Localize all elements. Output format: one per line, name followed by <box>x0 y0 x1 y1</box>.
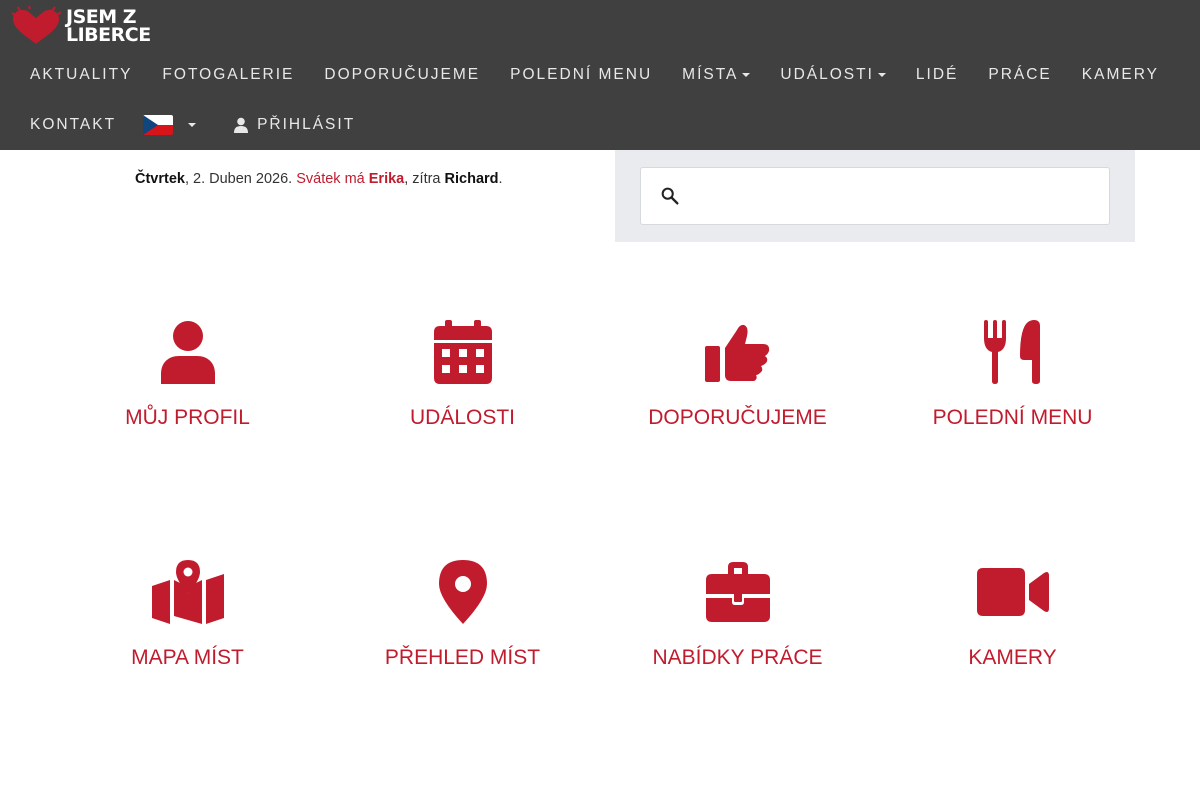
date-end: . <box>498 171 503 187</box>
nav-kamery[interactable]: KAMERY <box>1067 66 1174 84</box>
map-marked-icon <box>151 560 224 624</box>
tile-label: MAPA MÍST <box>131 646 244 669</box>
name-day-link[interactable]: Svátek má Erika <box>296 171 404 187</box>
map-marker-icon <box>438 560 487 624</box>
navbar: JSEM Z LIBERCE AKTUALITY FOTOGALERIE DOP… <box>0 0 1200 150</box>
nav-mista-label: MÍSTA <box>682 66 739 83</box>
tile-label: NABÍDKY PRÁCE <box>652 646 823 669</box>
nav-udalosti-label: UDÁLOSTI <box>780 66 874 83</box>
day-name: Čtvrtek <box>135 171 185 187</box>
login-link[interactable]: PŘIHLÁSIT <box>211 116 370 134</box>
search-icon <box>661 187 679 205</box>
language-dropdown[interactable] <box>131 115 211 135</box>
nav-udalosti-dropdown[interactable]: UDÁLOSTI <box>765 66 901 84</box>
tile-label: KAMERY <box>968 646 1057 669</box>
search-box[interactable] <box>640 167 1110 225</box>
nav-doporucujeme[interactable]: DOPORUČUJEME <box>309 66 495 84</box>
tomorrow-name: Richard <box>444 171 499 187</box>
caret-down-icon <box>877 73 886 77</box>
user-icon <box>234 117 249 133</box>
tile-job-offers[interactable]: NABÍDKY PRÁCE <box>600 560 875 670</box>
tile-events[interactable]: UDÁLOSTI <box>325 320 600 430</box>
thumbs-up-icon <box>704 324 769 382</box>
tile-places-map[interactable]: MAPA MÍST <box>50 560 325 670</box>
nav-aktuality[interactable]: AKTUALITY <box>0 66 147 84</box>
date-line: Čtvrtek, 2. Duben 2026. Svátek má Erika,… <box>135 171 503 187</box>
tile-label: PŘEHLED MÍST <box>384 646 541 669</box>
search-panel <box>615 150 1135 242</box>
nav-kontakt[interactable]: KONTAKT <box>0 116 131 134</box>
utensils-icon <box>983 320 1040 384</box>
nav-fotogalerie[interactable]: FOTOGALERIE <box>147 66 309 84</box>
tile-label: MŮJ PROFIL <box>125 406 250 429</box>
tile-recommended[interactable]: DOPORUČUJEME <box>600 320 875 430</box>
logo-line-2: LIBERCE <box>66 24 151 46</box>
nav-row-1: AKTUALITY FOTOGALERIE DOPORUČUJEME POLED… <box>0 50 1174 100</box>
tile-places-overview[interactable]: PŘEHLED MÍST <box>325 560 600 670</box>
nav-mista-dropdown[interactable]: MÍSTA <box>667 66 765 84</box>
nav-row-2: KONTAKT PŘIHLÁSIT <box>0 100 370 150</box>
calendar-icon <box>433 320 492 384</box>
name-day-label: Svátek má <box>296 171 369 187</box>
login-label: PŘIHLÁSIT <box>257 116 356 133</box>
video-camera-icon <box>976 568 1049 616</box>
briefcase-icon <box>705 562 770 622</box>
tile-lunch-menu[interactable]: POLEDNÍ MENU <box>875 320 1150 430</box>
tile-my-profile[interactable]: MŮJ PROFIL <box>50 320 325 430</box>
nav-poledni-menu[interactable]: POLEDNÍ MENU <box>495 66 667 84</box>
czech-flag-icon <box>143 115 174 135</box>
tile-label: DOPORUČUJEME <box>648 406 827 429</box>
nav-prace[interactable]: PRÁCE <box>973 66 1066 84</box>
caret-down-icon <box>188 123 197 127</box>
date-text: , 2. Duben 2026. <box>184 171 297 187</box>
tile-label: UDÁLOSTI <box>409 406 516 429</box>
name-day-name: Erika <box>368 171 405 187</box>
tile-cameras[interactable]: KAMERY <box>875 560 1150 670</box>
search-input[interactable] <box>691 176 1109 216</box>
heart-logo-icon <box>11 6 62 45</box>
logo[interactable]: JSEM Z LIBERCE <box>10 6 151 46</box>
user-icon <box>160 321 215 384</box>
tomorrow-label: , zítra <box>404 171 445 187</box>
nav-lide[interactable]: LIDÉ <box>901 66 973 84</box>
tile-label: POLEDNÍ MENU <box>932 406 1093 429</box>
caret-down-icon <box>742 73 751 77</box>
